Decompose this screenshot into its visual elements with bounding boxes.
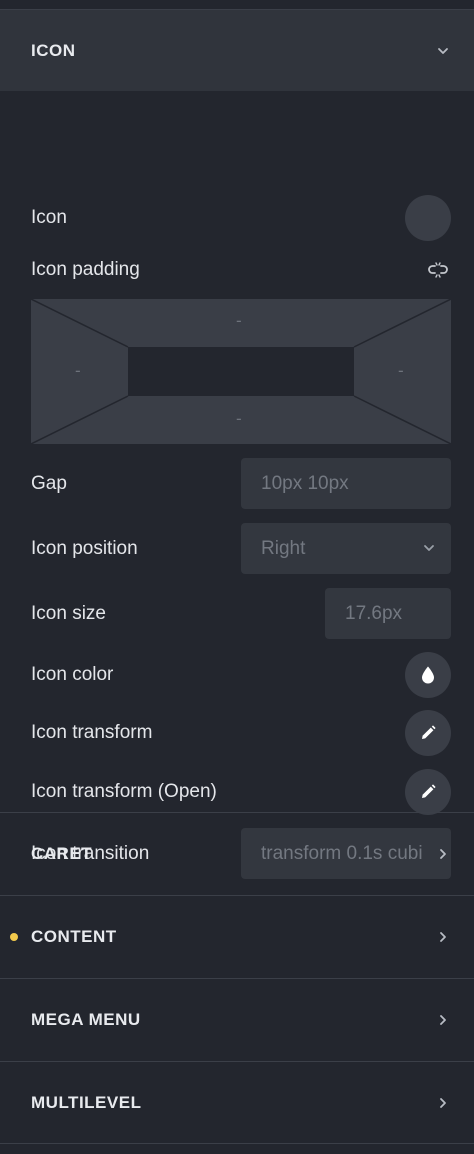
panel-top-border <box>0 0 474 10</box>
icon-label: Icon <box>31 207 67 228</box>
droplet-icon <box>422 666 434 684</box>
icon-transform-open-row: Icon transform (Open) <box>31 769 451 815</box>
icon-position-label: Icon position <box>31 537 138 559</box>
padding-left-input[interactable]: - <box>75 361 81 381</box>
section-header-caret[interactable]: CARET <box>0 812 474 895</box>
icon-size-input[interactable]: 17.6px <box>325 588 451 639</box>
gap-input[interactable]: 10px 10px <box>241 458 451 509</box>
icon-section-body: Icon Icon padding - - - - Gap 10px 10px <box>0 91 474 879</box>
icon-color-button[interactable] <box>405 652 451 698</box>
icon-size-row: Icon size 17.6px <box>31 588 451 639</box>
section-title: CARET <box>31 844 93 863</box>
pencil-icon <box>422 784 436 798</box>
icon-transform-open-button[interactable] <box>405 769 451 815</box>
icon-color-label: Icon color <box>31 664 114 685</box>
icon-size-placeholder: 17.6px <box>345 602 403 624</box>
padding-right-input[interactable]: - <box>398 361 404 381</box>
icon-padding-row: Icon padding <box>31 257 451 283</box>
icon-row: Icon <box>31 195 451 241</box>
section-header-content[interactable]: CONTENT <box>0 895 474 978</box>
icon-padding-label: Icon padding <box>31 259 140 280</box>
icon-position-row: Icon position Right <box>31 523 451 574</box>
padding-bottom-input[interactable]: - <box>236 409 242 429</box>
chevron-right-icon <box>440 1097 446 1108</box>
section-title: ICON <box>31 40 76 60</box>
chevron-right-icon <box>440 932 446 942</box>
icon-transform-open-label: Icon transform (Open) <box>31 781 217 802</box>
gap-label: Gap <box>31 472 67 494</box>
section-header-multilevel[interactable]: MULTILEVEL <box>0 1061 474 1144</box>
gap-row: Gap 10px 10px <box>31 458 451 509</box>
pencil-icon <box>422 725 436 739</box>
chevron-right-icon <box>440 1015 446 1025</box>
padding-top-input[interactable]: - <box>236 311 242 331</box>
icon-transform-button[interactable] <box>405 710 451 756</box>
section-header-icon[interactable]: ICON <box>0 10 474 91</box>
section-header-mega-menu[interactable]: MEGA MENU <box>0 978 474 1061</box>
icon-color-row: Icon color <box>31 652 451 698</box>
icon-picker-button[interactable] <box>405 195 451 241</box>
chevron-right-icon <box>440 849 446 859</box>
link-icon[interactable] <box>427 261 449 279</box>
chevron-down-icon <box>438 47 448 54</box>
icon-position-value: Right <box>261 537 306 559</box>
gap-placeholder: 10px 10px <box>261 472 349 494</box>
icon-position-select[interactable]: Right <box>241 523 451 574</box>
chevron-down-icon <box>424 545 434 551</box>
icon-transform-label: Icon transform <box>31 722 153 743</box>
section-title: CONTENT <box>31 927 117 946</box>
padding-box: - - - - <box>31 299 451 444</box>
icon-transform-row: Icon transform <box>31 710 451 756</box>
modified-indicator-dot <box>10 933 18 941</box>
icon-size-label: Icon size <box>31 602 106 624</box>
section-title: MEGA MENU <box>31 1010 141 1029</box>
section-title: MULTILEVEL <box>31 1092 142 1112</box>
